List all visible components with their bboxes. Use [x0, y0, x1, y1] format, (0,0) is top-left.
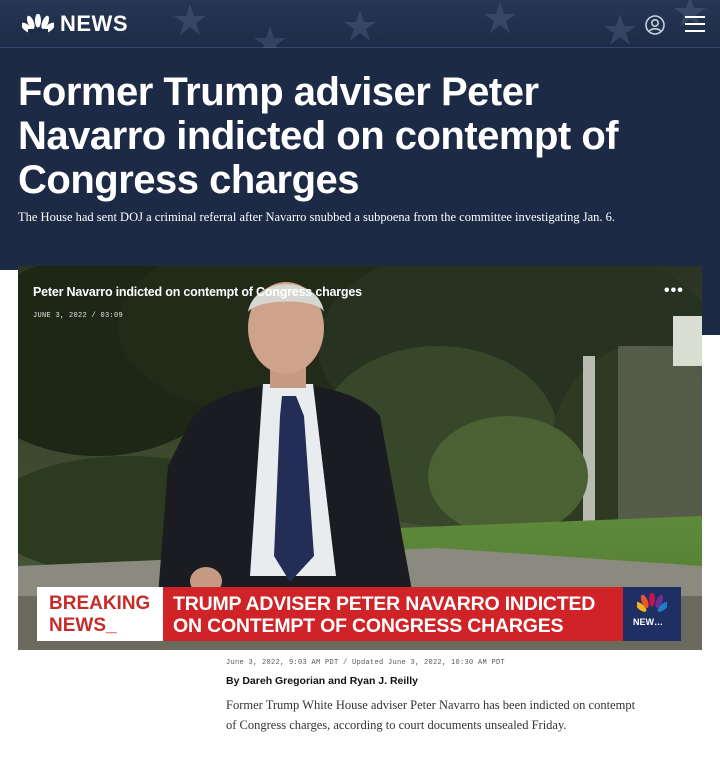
article-body-paragraph: Former Trump White House adviser Peter N… [226, 698, 636, 732]
breaking-news-label: BREAKING NEWS_ [37, 587, 163, 641]
article-dek: The House had sent DOJ a criminal referr… [18, 210, 616, 224]
more-options-icon[interactable]: ••• [664, 282, 684, 300]
article-hero: Former Trump adviser Peter Navarro indic… [0, 48, 720, 270]
article-headline: Former Trump adviser Peter Navarro indic… [18, 70, 619, 202]
ticker-line-2: ON CONTEMPT OF CONGRESS CHARGES [173, 615, 564, 637]
article-byline[interactable]: By Dareh Gregorian and Ryan J. Reilly [226, 675, 418, 687]
network-bug: NEW… [623, 587, 681, 641]
top-nav-bar: NEWS [0, 0, 720, 48]
star-pattern-decoration [174, 0, 706, 48]
account-icon[interactable] [644, 14, 666, 36]
breaking-news-headline: TRUMP ADVISER PETER NAVARRO INDICTED ON … [163, 587, 623, 641]
video-title: Peter Navarro indicted on contempt of Co… [33, 285, 362, 299]
video-date-duration: JUNE 3, 2022 / 03:09 [33, 312, 124, 320]
logo-text: NEWS [60, 11, 128, 36]
hamburger-menu-icon[interactable] [684, 14, 706, 34]
nbc-peacock-color-icon [637, 593, 667, 612]
breaking-news-lower-third: BREAKING NEWS_ TRUMP ADVISER PETER NAVAR… [37, 587, 681, 641]
breaking-line-2: NEWS_ [49, 615, 117, 636]
network-bug-label: NEW… [633, 617, 663, 627]
nbc-news-logo-link[interactable]: NEWS [22, 10, 128, 38]
hero-background-strip [700, 270, 720, 335]
video-player[interactable]: Peter Navarro indicted on contempt of Co… [18, 266, 702, 650]
nbc-peacock-icon [22, 14, 54, 34]
article-timestamp: June 3, 2022, 9:03 AM PDT / Updated June… [226, 659, 506, 667]
ticker-line-1: TRUMP ADVISER PETER NAVARRO INDICTED [173, 593, 596, 615]
breaking-line-1: BREAKING [49, 593, 151, 614]
